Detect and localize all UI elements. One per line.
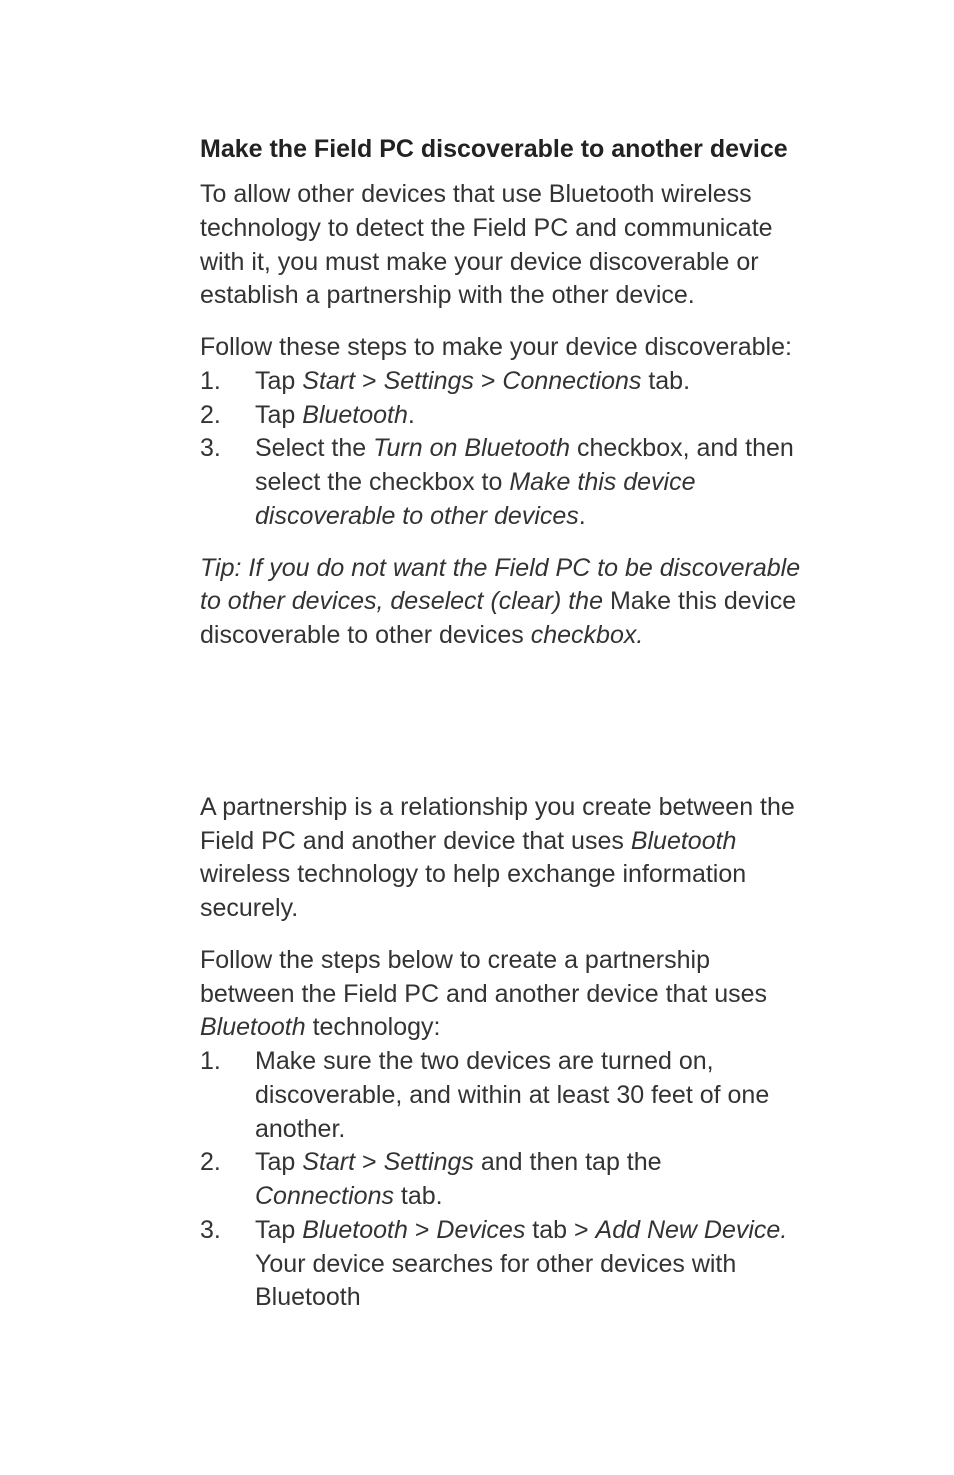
paragraph: To allow other devices that use Bluetoot…	[200, 178, 804, 313]
term: Bluetooth	[302, 401, 408, 429]
numbered-list: Tap Start > Settings > Connections tab. …	[200, 365, 804, 534]
text: Tap	[255, 1148, 302, 1176]
section-spacer	[200, 671, 804, 791]
term: Bluetooth	[631, 827, 737, 855]
list-intro: Follow these steps to make your device d…	[200, 331, 804, 365]
text: Make sure the two devices are turned on,…	[255, 1047, 769, 1143]
text: tab.	[394, 1182, 443, 1210]
list-item: Select the Turn on Bluetooth checkbox, a…	[200, 432, 804, 533]
term: Start	[302, 1148, 355, 1176]
term: Settings	[384, 367, 474, 395]
list-item: Tap Bluetooth > Devices tab > Add New De…	[200, 1214, 804, 1315]
tip-text: checkbox.	[524, 621, 644, 649]
text: Tap	[255, 367, 302, 395]
term: Connections	[255, 1182, 394, 1210]
term: Devices	[436, 1216, 525, 1244]
term: Add New Device.	[596, 1216, 788, 1244]
text: wireless technology to help exchange inf…	[200, 860, 746, 922]
text: tab.	[641, 367, 690, 395]
text: .	[579, 502, 586, 530]
list-item: Tap Start > Settings > Connections tab.	[200, 365, 804, 399]
text: Follow the steps below to create a partn…	[200, 946, 767, 1008]
term: Turn on Bluetooth	[373, 434, 570, 462]
document-body: Make the Field PC discoverable to anothe…	[200, 135, 804, 1315]
list-item: Tap Bluetooth.	[200, 399, 804, 433]
term: Settings	[384, 1148, 474, 1176]
tip-paragraph: Tip: If you do not want the Field PC to …	[200, 552, 804, 653]
text: >	[355, 1148, 384, 1176]
text: Select the	[255, 434, 373, 462]
text: tab >	[525, 1216, 595, 1244]
text: >	[355, 367, 384, 395]
list-intro: Follow the steps below to create a partn…	[200, 944, 804, 1045]
text: >	[408, 1216, 437, 1244]
text: .	[408, 401, 415, 429]
text: >	[474, 367, 503, 395]
text: and then tap the	[474, 1148, 662, 1176]
list-item: Make sure the two devices are turned on,…	[200, 1045, 804, 1146]
term: Bluetooth	[302, 1216, 408, 1244]
term: Start	[302, 367, 355, 395]
text: technology:	[306, 1013, 441, 1041]
term: Connections	[502, 367, 641, 395]
list-item: Tap Start > Settings and then tap the Co…	[200, 1146, 804, 1214]
numbered-list: Make sure the two devices are turned on,…	[200, 1045, 804, 1315]
paragraph: A partnership is a relationship you crea…	[200, 791, 804, 926]
term: Bluetooth	[200, 1013, 306, 1041]
text: Your device searches for other devices w…	[255, 1250, 736, 1312]
text: Tap	[255, 401, 302, 429]
text: Tap	[255, 1216, 302, 1244]
section-heading: Make the Field PC discoverable to anothe…	[200, 135, 804, 164]
